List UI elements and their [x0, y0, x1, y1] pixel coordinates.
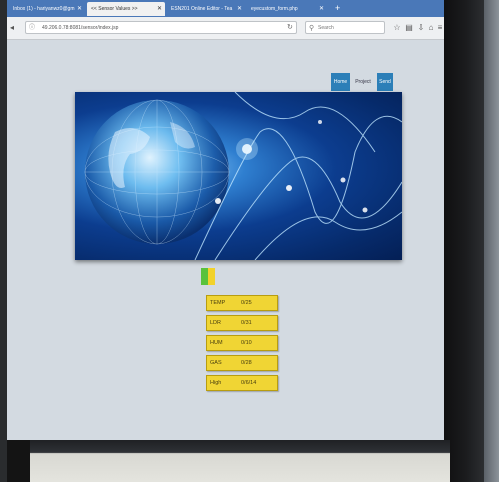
sensor-label: GAS — [210, 360, 222, 366]
sensor-value: 0/6/14 — [241, 380, 257, 386]
bookmark-star-icon[interactable]: ☆ — [392, 22, 402, 34]
tab-inbox[interactable]: Inbox (1) - hariyanwz0@gm ✕ — [9, 2, 85, 16]
reload-icon[interactable]: ↻ — [287, 21, 293, 34]
browser-window: Inbox (1) - hariyanwz0@gm ✕ << Sensor Va… — [7, 0, 444, 440]
page-content: Home Project Send TEMP 0/25 LDR 0/31 HUM… — [7, 40, 444, 440]
tab-label: Inbox (1) - hariyanwz0@gm — [13, 6, 75, 12]
tab-label: ESN201 Online Editor - Tea — [171, 6, 233, 12]
sensor-value: 0/10 — [241, 340, 252, 346]
sensor-ldr: LDR 0/31 — [206, 315, 278, 331]
monitor-bezel-left — [0, 0, 7, 482]
status-indicator — [201, 268, 215, 285]
sensor-gas: GAS 0/28 — [206, 355, 278, 371]
download-icon[interactable]: ⇩ — [416, 22, 426, 34]
close-icon[interactable]: ✕ — [77, 2, 82, 16]
sensor-high: High 0/6/14 — [206, 375, 278, 391]
close-icon[interactable]: ✕ — [319, 2, 324, 16]
tab-sensor-values[interactable]: << Sensor Values >> ✕ — [87, 2, 165, 16]
menu-icon[interactable]: ≡ — [435, 22, 444, 34]
tab-label: << Sensor Values >> — [91, 6, 138, 12]
close-icon[interactable]: ✕ — [157, 2, 162, 16]
nav-home-button[interactable]: Home — [331, 73, 350, 91]
back-icon[interactable]: ◂ — [10, 22, 20, 34]
globe-network-graphic — [84, 92, 402, 260]
address-bar[interactable]: ⓘ 49.206.0.78:8081/sensor/index.jsp — [25, 21, 297, 34]
status-yellow-block — [208, 268, 215, 285]
sensor-label: High — [210, 380, 222, 386]
sensor-value: 0/25 — [241, 300, 252, 306]
nav-project-button[interactable]: Project — [352, 73, 374, 91]
nav-send-button[interactable]: Send — [377, 73, 393, 91]
info-icon[interactable]: ⓘ — [29, 22, 35, 35]
url-text: 49.206.0.78:8081/sensor/index.jsp — [42, 25, 119, 31]
navigation-bar: ◂ ⓘ 49.206.0.78:8081/sensor/index.jsp ↻ … — [7, 17, 444, 40]
status-green-block — [201, 268, 208, 285]
sensor-value: 0/28 — [241, 360, 252, 366]
search-input[interactable]: ⚲ Search — [305, 21, 385, 34]
sensor-label: HUM — [210, 340, 223, 346]
globe-banner-image — [75, 92, 402, 260]
sensor-value: 0/31 — [241, 320, 252, 326]
sensor-label: LDR — [210, 320, 222, 326]
close-icon[interactable]: ✕ — [237, 2, 242, 16]
search-icon: ⚲ — [309, 25, 315, 32]
sensor-label: TEMP — [210, 300, 226, 306]
new-tab-icon[interactable]: + — [335, 3, 345, 13]
search-placeholder: Search — [318, 25, 334, 31]
tab-custom-form[interactable]: eyecustom_form.php ✕ — [247, 2, 327, 16]
tab-label: eyecustom_form.php — [251, 6, 298, 12]
bezel-shine — [484, 0, 499, 482]
sensor-temp: TEMP 0/25 — [206, 295, 278, 311]
tab-online-editor[interactable]: ESN201 Online Editor - Tea ✕ — [167, 2, 245, 16]
monitor-bottom-frame — [30, 440, 450, 482]
monitor-bezel-right — [444, 0, 499, 482]
tab-bar: Inbox (1) - hariyanwz0@gm ✕ << Sensor Va… — [7, 0, 444, 17]
reading-list-icon[interactable]: ▤ — [404, 22, 414, 34]
sensor-hum: HUM 0/10 — [206, 335, 278, 351]
